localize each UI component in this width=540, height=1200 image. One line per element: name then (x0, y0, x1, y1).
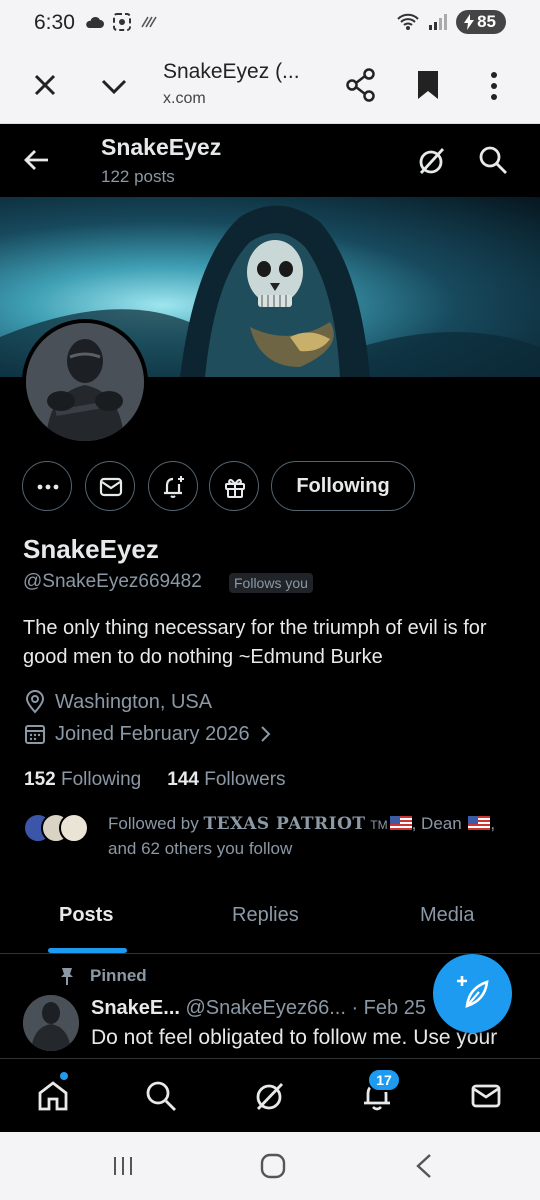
profile-avatar[interactable] (22, 319, 148, 445)
profile-bio: The only thing necessary for the triumph… (23, 617, 487, 668)
chevron-down-icon[interactable] (100, 72, 128, 100)
grok-icon[interactable] (416, 145, 448, 177)
post-author-avatar[interactable] (23, 995, 79, 1051)
message-button[interactable] (85, 461, 135, 511)
browser-toolbar: SnakeEyez (... x.com (0, 46, 540, 124)
close-icon[interactable] (30, 70, 60, 100)
notifications-badge: 17 (367, 1068, 401, 1092)
screenshot-icon (113, 13, 131, 31)
followed-by-text[interactable]: Followed by TEXAS PATRIOT TM, Dean , and… (108, 812, 528, 861)
pinned-label: Pinned (90, 966, 147, 985)
location-text: Washington, USA (55, 690, 213, 713)
status-icons-right: 85 (396, 10, 506, 34)
signal-icon (429, 14, 448, 30)
followed-by-avatars[interactable] (23, 813, 93, 843)
search-icon[interactable] (478, 145, 508, 175)
browser-page-title: SnakeEyez (... (163, 60, 300, 83)
display-name: SnakeEyez (23, 534, 159, 564)
battery-level: 85 (477, 12, 496, 31)
avatar-image (23, 995, 79, 1051)
post-author-name[interactable]: SnakeE... (91, 997, 180, 1019)
header-posts-count: 122 posts (101, 167, 175, 186)
location-row: Washington, USA (24, 690, 212, 714)
recent-apps-icon[interactable] (111, 1154, 135, 1178)
messages-mail-icon[interactable] (469, 1079, 503, 1113)
followed-by-name-1: TEXAS PATRIOT (203, 814, 366, 834)
cloud-icon (86, 16, 104, 28)
joined-text: Joined February 2026 (55, 722, 250, 745)
post-author-handle[interactable]: @SnakeEyez66... (186, 997, 346, 1019)
gift-icon (225, 478, 245, 498)
compose-post-button[interactable] (433, 954, 512, 1033)
trademark-text: TM (370, 818, 388, 832)
followers-count-link[interactable]: 144 Followers (167, 769, 285, 791)
following-label: Following (60, 769, 142, 790)
avatar-image (26, 323, 144, 441)
wifi-calling-icon (141, 16, 157, 28)
share-icon[interactable] (345, 68, 377, 102)
more-vertical-icon[interactable] (484, 70, 504, 102)
calendar-icon (25, 725, 45, 744)
us-flag-icon (389, 816, 412, 830)
joined-row[interactable]: Joined February 2026 (24, 722, 283, 746)
followed-by-suffix: and 62 others you follow (108, 839, 293, 858)
browser-url: x.com (163, 90, 206, 107)
post-header: SnakeE... @SnakeEyez66... · Feb 25 (91, 997, 426, 1020)
pinned-label-row: Pinned (58, 966, 147, 986)
followers-count: 144 (167, 769, 199, 790)
location-pin-icon (25, 690, 45, 714)
tab-posts[interactable]: Posts (59, 904, 113, 927)
tab-replies[interactable]: Replies (232, 904, 299, 927)
following-count-link[interactable]: 152 Following (24, 769, 141, 791)
status-bar: 6:30 85 (0, 0, 540, 46)
bell-plus-icon (164, 476, 184, 498)
post-date[interactable]: · Feb 25 (351, 997, 425, 1019)
follow-counts: 152 Following 144 Followers (24, 769, 286, 791)
mail-icon (99, 477, 123, 497)
more-horizontal-icon (37, 484, 59, 490)
home-button-icon[interactable] (259, 1152, 287, 1180)
home-unread-dot (59, 1071, 69, 1081)
bottom-navigation: 17 (0, 1058, 540, 1132)
feather-plus-icon (457, 976, 489, 1008)
following-count: 152 (24, 769, 56, 790)
charging-icon (464, 14, 475, 30)
header-name: SnakeEyez (101, 134, 222, 160)
chevron-right-icon (260, 726, 270, 742)
active-tab-indicator (48, 948, 127, 953)
follows-you-badge: Follows you (229, 573, 313, 593)
system-navigation-bar (0, 1132, 540, 1200)
battery-indicator: 85 (456, 10, 506, 34)
profile-tabs: Posts Replies Media (0, 880, 540, 954)
followed-by-prefix: Followed by (108, 814, 199, 833)
status-time: 6:30 (34, 11, 75, 34)
us-flag-icon (468, 816, 491, 830)
tab-media[interactable]: Media (420, 904, 474, 927)
more-options-button[interactable] (22, 461, 72, 511)
user-handle: @SnakeEyez669482 (23, 571, 202, 592)
followed-by-name-2: Dean (421, 814, 462, 833)
wifi-icon (397, 13, 419, 30)
followers-label: Followers (204, 769, 286, 790)
grok-icon[interactable] (253, 1079, 287, 1113)
system-back-icon[interactable] (412, 1152, 436, 1180)
bookmark-icon[interactable] (416, 70, 440, 100)
notify-button[interactable] (148, 461, 198, 511)
gift-button[interactable] (209, 461, 259, 511)
pin-icon (61, 968, 73, 985)
follower-avatar (59, 813, 89, 843)
home-icon[interactable] (36, 1079, 70, 1113)
explore-search-icon[interactable] (144, 1079, 178, 1113)
status-icons-left (84, 12, 158, 32)
following-button[interactable]: Following (271, 461, 415, 511)
profile-header: SnakeEyez 122 posts (0, 125, 540, 197)
back-arrow-icon[interactable] (22, 145, 52, 175)
